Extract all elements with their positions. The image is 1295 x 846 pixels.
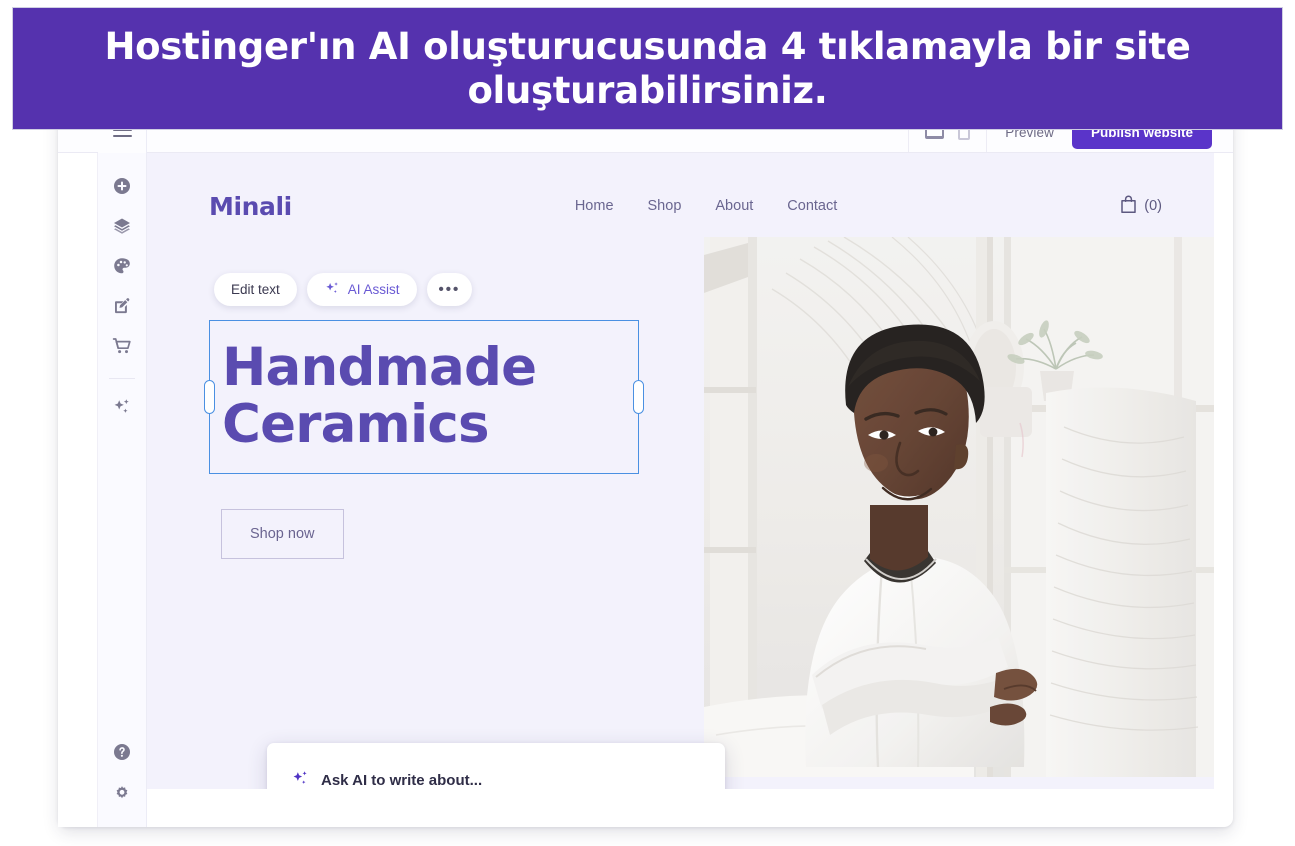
edit-pencil-icon (112, 296, 132, 316)
ai-assist-label: AI Assist (347, 282, 400, 297)
ai-popup-header: Ask AI to write about... (291, 769, 701, 789)
caption-banner: Hostinger'ın AI oluşturucusunda 4 tıklam… (12, 7, 1283, 130)
sidebar-item-help[interactable] (104, 735, 140, 769)
plus-circle-icon (112, 176, 132, 196)
layers-icon (112, 216, 132, 236)
nav-link-shop[interactable]: Shop (648, 198, 682, 214)
nav-link-contact[interactable]: Contact (787, 198, 837, 214)
selected-text-element[interactable]: Handmade Ceramics (204, 320, 644, 475)
sidebar-item-ai-tools[interactable] (104, 390, 140, 424)
hero-section: Edit text AI Assist ••• Handmade Ceramic… (147, 237, 1214, 789)
hero-content: Edit text AI Assist ••• Handmade Ceramic… (204, 237, 669, 560)
ai-popup-heading: Ask AI to write about... (321, 772, 483, 789)
edit-text-button[interactable]: Edit text (214, 273, 297, 306)
cart-count: (0) (1144, 198, 1162, 214)
help-circle-icon (112, 742, 132, 762)
sidebar-item-website-styles[interactable] (104, 249, 140, 283)
site-logo[interactable]: Minali (209, 192, 292, 221)
screenshot-root: Preview Publish website Minali Home Shop… (0, 0, 1295, 846)
shopping-cart-icon (112, 336, 132, 356)
shopping-bag-icon (1120, 194, 1137, 218)
ai-sparkle-icon (324, 280, 341, 300)
element-edit-toolbar: Edit text AI Assist ••• (214, 273, 669, 306)
hero-image[interactable] (704, 237, 1214, 777)
site-navigation: Home Shop About Contact (575, 198, 837, 214)
ai-assist-button[interactable]: AI Assist (306, 273, 417, 306)
cart-button[interactable]: (0) (1120, 194, 1162, 218)
palette-icon (112, 256, 132, 276)
hero-title: Handmade Ceramics (222, 337, 537, 456)
editor-sidebar (98, 153, 147, 827)
sidebar-item-edit-page[interactable] (104, 289, 140, 323)
resize-handle-left[interactable] (204, 380, 215, 415)
ai-sparkle-icon (112, 397, 132, 417)
website-canvas: Minali Home Shop About Contact (0) Edit … (147, 153, 1214, 789)
sidebar-item-add-element[interactable] (104, 169, 140, 203)
ai-writer-popup: Ask AI to write about... write a paragra… (267, 743, 725, 789)
sidebar-item-layers[interactable] (104, 209, 140, 243)
resize-handle-right[interactable] (633, 380, 644, 415)
sidebar-item-settings[interactable] (104, 775, 140, 809)
ai-sparkle-icon (291, 769, 310, 789)
website-builder-window: Preview Publish website Minali Home Shop… (58, 112, 1233, 827)
more-options-button[interactable]: ••• (426, 273, 473, 306)
nav-link-home[interactable]: Home (575, 198, 614, 214)
gear-icon (112, 782, 132, 802)
window-left-gutter (58, 112, 98, 827)
shop-now-button[interactable]: Shop now (221, 509, 344, 560)
sidebar-divider (109, 378, 135, 379)
nav-link-about[interactable]: About (715, 198, 753, 214)
sidebar-item-store[interactable] (104, 329, 140, 363)
site-header: Minali Home Shop About Contact (0) (147, 153, 1214, 237)
